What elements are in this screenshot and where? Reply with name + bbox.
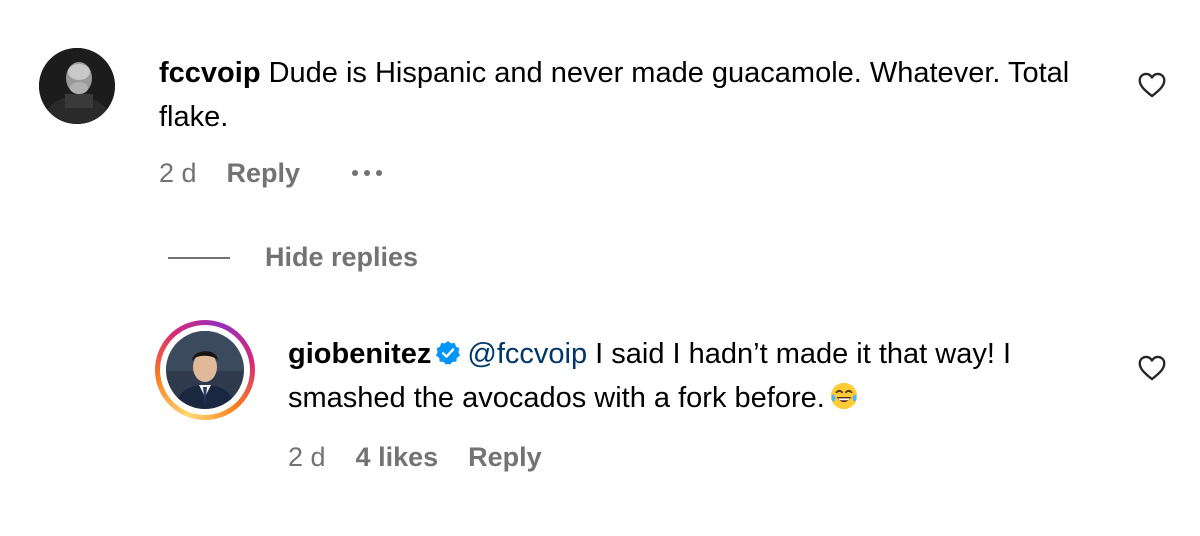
avatar-photo-icon: [39, 48, 115, 124]
reply-button[interactable]: Reply: [468, 441, 542, 473]
likes-count[interactable]: 4 likes: [356, 441, 439, 473]
heart-icon[interactable]: [1138, 72, 1166, 98]
dot: [352, 170, 359, 176]
avatar[interactable]: [166, 331, 244, 409]
avatar[interactable]: [39, 48, 115, 124]
reply-timestamp[interactable]: 2 d: [288, 441, 326, 473]
comment-username[interactable]: fccvoip: [159, 57, 261, 89]
verified-badge-icon: [436, 340, 461, 365]
comment-text: Dude is Hispanic and never made guacamol…: [159, 57, 1070, 133]
dot: [364, 170, 371, 176]
laughing-tears-emoji-icon: [830, 382, 857, 410]
reply-meta: 2 d 4 likes Reply: [288, 441, 572, 473]
avatar-story-ring[interactable]: [155, 320, 255, 420]
dot: [376, 170, 383, 176]
hide-replies-button[interactable]: Hide replies: [265, 241, 418, 273]
more-options-icon[interactable]: [352, 157, 383, 189]
replies-divider-line: [168, 257, 230, 259]
reply-button[interactable]: Reply: [227, 157, 301, 189]
reply-body: giobenitez @fccvoip I said I hadn’t made…: [288, 332, 1108, 420]
comment-body: fccvoip Dude is Hispanic and never made …: [159, 51, 1079, 139]
comment-meta: 2 d Reply: [159, 157, 383, 189]
heart-icon[interactable]: [1138, 355, 1166, 381]
avatar-photo-icon: [166, 331, 244, 409]
reply-username[interactable]: giobenitez: [288, 338, 431, 370]
mention-link[interactable]: @fccvoip: [467, 338, 587, 370]
comment-timestamp[interactable]: 2 d: [159, 157, 197, 189]
